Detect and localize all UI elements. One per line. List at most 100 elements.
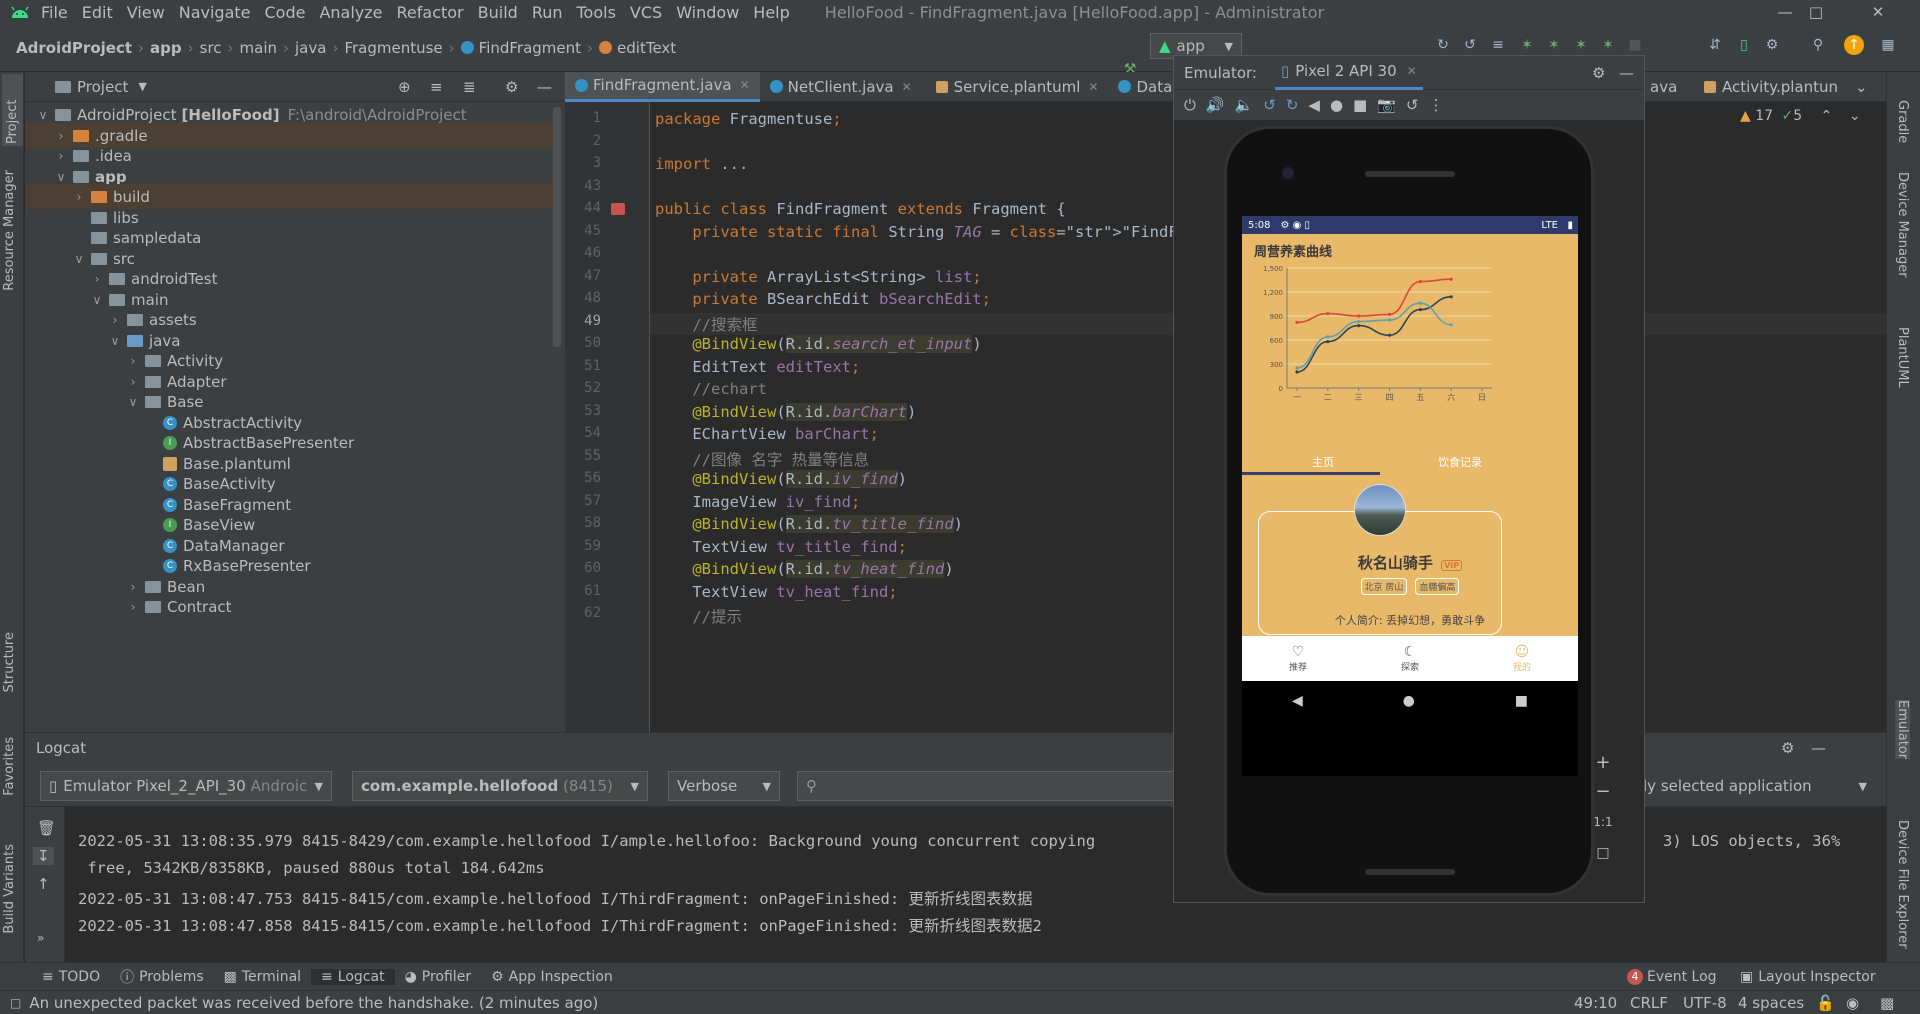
- breadcrumb-class[interactable]: FindFragment: [479, 39, 581, 57]
- menu-view[interactable]: View: [120, 3, 172, 22]
- caret-position[interactable]: 49:10: [1574, 994, 1617, 1012]
- project-view-select[interactable]: Project: [77, 78, 128, 96]
- menu-analyze[interactable]: Analyze: [312, 3, 389, 22]
- breadcrumb-java[interactable]: java: [295, 39, 326, 57]
- chevron-down-icon[interactable]: ∨: [53, 170, 69, 184]
- menu-file[interactable]: File: [34, 3, 75, 22]
- tool-tab-logcat[interactable]: ≡ Logcat: [311, 968, 395, 985]
- chevron-right-icon[interactable]: ›: [125, 600, 141, 614]
- debug-icon[interactable]: ✶: [1517, 35, 1537, 55]
- volume-up-icon[interactable]: 🔊: [1206, 96, 1225, 114]
- profile-icon[interactable]: ✶: [1571, 35, 1591, 55]
- logcat-filter-select[interactable]: ly selected application ▼: [1635, 771, 1875, 801]
- locate-icon[interactable]: ⊕: [398, 78, 411, 96]
- nav-recommend[interactable]: ♡ 推荐: [1289, 644, 1307, 673]
- tool-tab-build-variants[interactable]: Build Variants: [2, 844, 17, 934]
- line-separator[interactable]: CRLF: [1630, 994, 1668, 1012]
- tool-tab-layout-inspector[interactable]: ▣ Layout Inspector: [1730, 969, 1886, 985]
- tabs-overflow-icon[interactable]: ⌄: [1855, 78, 1868, 96]
- logcat-device-select[interactable]: ▯ Emulator Pixel_2_API_30 Androic ▼: [40, 771, 332, 801]
- arrow-up-icon[interactable]: ↑: [37, 875, 50, 893]
- overview-icon[interactable]: ■: [1515, 693, 1528, 709]
- rerun-icon[interactable]: ↻: [1433, 35, 1453, 55]
- menu-navigate[interactable]: Navigate: [172, 3, 258, 22]
- tab-netclient[interactable]: NetClient.java ✕: [760, 72, 922, 102]
- breadcrumb-app[interactable]: app: [150, 39, 182, 57]
- logcat-level-select[interactable]: Verbose ▼: [668, 771, 780, 801]
- snapshot-icon[interactable]: ↺: [1406, 96, 1419, 114]
- rotate-left-icon[interactable]: ↺: [1263, 96, 1276, 114]
- settings-icon[interactable]: ▦: [1878, 35, 1898, 55]
- tab-diet-record[interactable]: 饮食记录: [1438, 454, 1482, 470]
- list-icon[interactable]: ≡: [1488, 35, 1508, 55]
- close-tab-icon[interactable]: ✕: [902, 80, 912, 94]
- zoom-one-to-one[interactable]: 1:1: [1591, 815, 1615, 839]
- close-tab-icon[interactable]: ✕: [1407, 64, 1417, 78]
- run-gutter-icon[interactable]: [611, 203, 625, 215]
- hide-panel-icon[interactable]: —: [537, 78, 552, 96]
- tool-tab-problems[interactable]: ⓘ Problems: [110, 967, 214, 987]
- chevron-right-icon[interactable]: ›: [107, 313, 123, 327]
- logcat-search-input[interactable]: ⚲: [797, 771, 1197, 801]
- nav-mine[interactable]: ☺ 我的: [1513, 644, 1531, 673]
- menu-edit[interactable]: Edit: [75, 3, 120, 22]
- breadcrumb-main[interactable]: main: [240, 39, 277, 57]
- menu-build[interactable]: Build: [471, 3, 525, 22]
- trash-icon[interactable]: 🗑: [37, 819, 56, 837]
- close-tab-icon[interactable]: ✕: [1088, 80, 1098, 94]
- tool-tab-structure[interactable]: Structure: [2, 632, 17, 692]
- menu-window[interactable]: Window: [669, 3, 746, 22]
- apply-changes-icon[interactable]: ↺: [1460, 35, 1480, 55]
- zoom-fit-icon[interactable]: □: [1591, 845, 1615, 869]
- search-icon[interactable]: ⚲: [1808, 35, 1828, 55]
- chevron-up-icon[interactable]: ⌃: [1821, 108, 1833, 124]
- inspection-widget[interactable]: ▲ 17 ✓5 ⌃ ⌄: [1740, 108, 1861, 124]
- status-toggle-icon[interactable]: □: [10, 996, 21, 1010]
- chevron-down-icon[interactable]: ⌄: [1849, 108, 1861, 124]
- chevron-right-icon[interactable]: ›: [125, 375, 141, 389]
- tool-tab-terminal[interactable]: ▩ Terminal: [214, 969, 311, 985]
- chevron-right-icon[interactable]: ›: [53, 129, 69, 143]
- tool-tab-plantuml[interactable]: PlantUML: [1895, 327, 1910, 388]
- nav-explore[interactable]: ☾ 探索: [1401, 644, 1419, 673]
- tool-tab-app-inspection[interactable]: ⚙ App Inspection: [481, 969, 623, 985]
- collapse-all-icon[interactable]: ≣: [463, 78, 476, 96]
- tool-tab-profiler[interactable]: ◕ Profiler: [395, 969, 482, 985]
- chevron-right-icon[interactable]: ›: [125, 354, 141, 368]
- tool-tab-project[interactable]: Project: [2, 74, 23, 146]
- menu-refactor[interactable]: Refactor: [390, 3, 471, 22]
- chevron-right-icon[interactable]: ›: [53, 149, 69, 163]
- more-icon[interactable]: »: [37, 931, 44, 945]
- device-manager-icon[interactable]: ▯: [1734, 35, 1754, 55]
- screenshot-icon[interactable]: 📷: [1377, 96, 1396, 114]
- scroll-to-end-icon[interactable]: ↧: [33, 847, 54, 865]
- home-icon[interactable]: ●: [1330, 96, 1343, 114]
- chevron-right-icon[interactable]: ›: [71, 190, 87, 204]
- tab-java-partial[interactable]: ava: [1640, 72, 1687, 102]
- sdk-manager-icon[interactable]: ⚙: [1762, 35, 1782, 55]
- emulator-device-tab[interactable]: ▯ Pixel 2 API 30 ✕: [1274, 56, 1423, 90]
- sync-icon[interactable]: ⇵: [1705, 35, 1725, 55]
- tab-data[interactable]: Data: [1108, 72, 1182, 102]
- close-window-icon[interactable]: ✕: [1850, 0, 1906, 24]
- menu-vcs[interactable]: VCS: [623, 3, 669, 22]
- coverage-icon[interactable]: ✶: [1598, 35, 1618, 55]
- hide-panel-icon[interactable]: —: [1619, 64, 1634, 82]
- git-icon[interactable]: ◉: [1846, 994, 1859, 1012]
- maximize-icon[interactable]: □: [1788, 0, 1844, 24]
- status-message[interactable]: An unexpected packet was received before…: [29, 994, 598, 1012]
- menu-run[interactable]: Run: [525, 3, 570, 22]
- tool-tab-favorites[interactable]: Favorites: [2, 737, 17, 796]
- chevron-down-icon[interactable]: ▼: [138, 80, 146, 93]
- chevron-down-icon[interactable]: ∨: [107, 334, 123, 348]
- zoom-in-icon[interactable]: +: [1591, 752, 1615, 776]
- tool-tab-device-manager[interactable]: Device Manager: [1895, 172, 1910, 278]
- avatar[interactable]: [1354, 484, 1406, 536]
- back-icon[interactable]: ◀: [1292, 693, 1303, 709]
- expand-all-icon[interactable]: ≡: [430, 78, 443, 96]
- file-encoding[interactable]: UTF-8: [1683, 994, 1727, 1012]
- tool-tab-gradle[interactable]: Gradle: [1895, 100, 1910, 143]
- stop-icon[interactable]: ■: [1625, 35, 1645, 55]
- tool-tab-emulator[interactable]: Emulator: [1895, 700, 1910, 760]
- overview-icon[interactable]: ■: [1353, 96, 1367, 114]
